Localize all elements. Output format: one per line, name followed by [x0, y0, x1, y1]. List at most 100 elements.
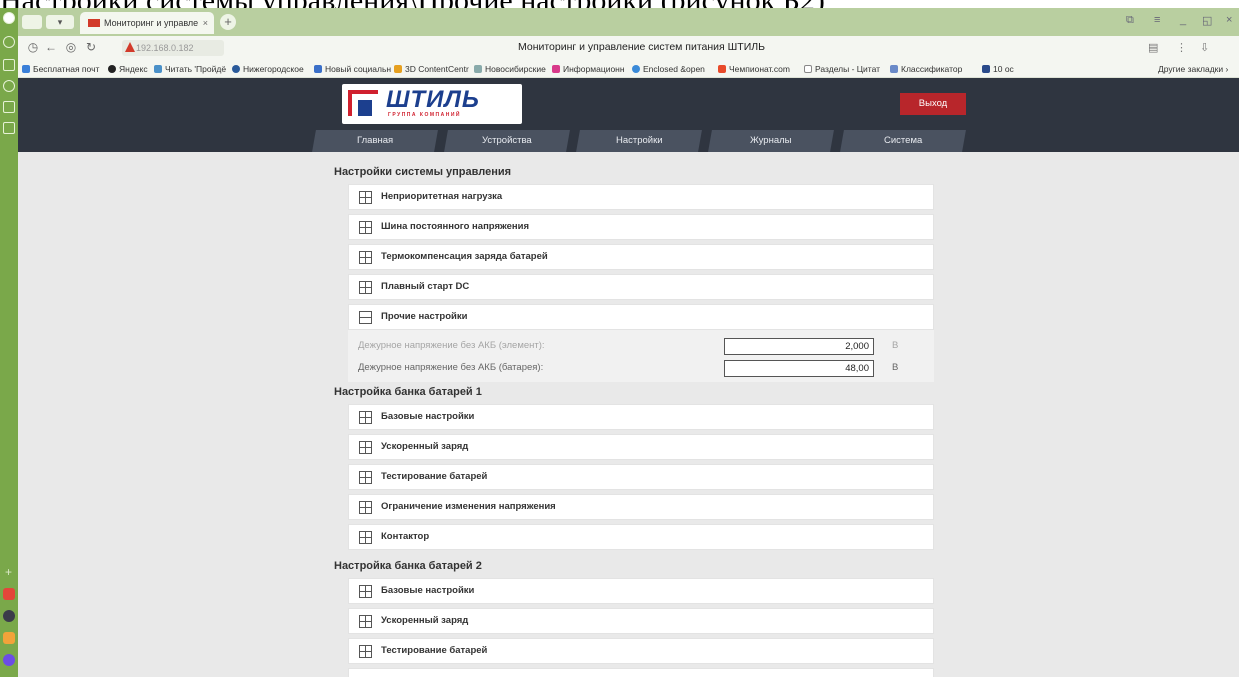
param-label: Дежурное напряжение без АКБ (элемент): [358, 340, 545, 351]
reload-icon[interactable]: ↻ [84, 40, 98, 54]
insecure-warning-icon [125, 42, 135, 52]
bookmark-item[interactable]: 10 ос [982, 62, 1014, 76]
menu-item-home[interactable]: Главная [312, 130, 438, 152]
bookmark-item[interactable]: Бесплатная почт [22, 62, 99, 76]
restore-icon[interactable]: ◱ [1202, 14, 1212, 27]
param-label: Дежурное напряжение без АКБ (батарея): [358, 362, 544, 373]
page-title: Мониторинг и управление систем питания Ш… [518, 41, 766, 53]
new-tab-button[interactable]: + [220, 14, 236, 30]
bookmark-item[interactable]: Разделы - Цитат [804, 62, 880, 76]
add-panel-icon[interactable]: + [5, 566, 12, 578]
accordion-item[interactable]: Базовые настройки [348, 578, 934, 604]
accordion-item[interactable]: Тестирование батарей [348, 464, 934, 490]
section-title-battery-bank-1: Настройка банка батарей 1 [334, 386, 482, 398]
expand-icon [359, 441, 372, 454]
tab-title: Мониторинг и управле [104, 18, 199, 28]
logo-mark-icon [348, 90, 378, 116]
more-icon[interactable]: ⋮ [1176, 41, 1187, 54]
main-menu: Главная Устройства Настройки Журналы Сис… [312, 130, 974, 152]
bookmark-item[interactable]: Чемпионат.com [718, 62, 790, 76]
document-caption: Настройки системы управления\Прочие наст… [0, 0, 1239, 8]
bookmark-item[interactable]: Классификатор [890, 62, 962, 76]
company-logo[interactable]: ШТИЛЬ ГРУППА КОМПАНИЙ [342, 84, 522, 124]
accordion-item-expanded[interactable]: Прочие настройки [348, 304, 934, 330]
clock-icon[interactable]: ◷ [26, 40, 40, 54]
accordion-item[interactable]: Тестирование батарей [348, 638, 934, 664]
logo-text: ШТИЛЬ [386, 86, 480, 113]
clock-icon[interactable] [3, 36, 15, 48]
section-title-battery-bank-2: Настройка банка батарей 2 [334, 560, 482, 572]
alice-icon[interactable] [3, 654, 15, 666]
tab-icon[interactable]: ⧉ [1126, 14, 1134, 27]
collapse-icon [359, 311, 372, 324]
calendar-icon[interactable] [3, 101, 15, 113]
accordion-item[interactable]: Ускоренный заряд [348, 434, 934, 460]
bookmark-item[interactable]: Enclosed &open [632, 62, 705, 76]
menu-icon[interactable]: ≡ [1154, 14, 1160, 26]
expand-icon [359, 221, 372, 234]
site-favicon-icon [88, 19, 100, 27]
shield-icon[interactable]: ◎ [64, 40, 78, 54]
accordion-item[interactable]: Шина постоянного напряжения [348, 214, 934, 240]
section-title-control-system: Настройки системы управления [334, 166, 512, 178]
bookmark-item[interactable]: 3D ContentCentr [394, 62, 469, 76]
other-settings-panel: Дежурное напряжение без АКБ (элемент): В… [348, 330, 934, 382]
expand-icon [359, 191, 372, 204]
bookmark-item[interactable]: Новосибирские [474, 62, 546, 76]
float-voltage-cell-input[interactable] [724, 338, 874, 355]
bookmark-icon[interactable] [3, 59, 15, 71]
expand-icon [359, 645, 372, 658]
browser-tab[interactable]: Мониторинг и управле × [80, 12, 214, 34]
bookmarks-bar: Бесплатная почт Яндекс Читать 'Пройдё Ни… [18, 60, 1239, 78]
back-icon[interactable]: ← [44, 40, 58, 54]
bookmark-item[interactable]: Новый социальн [314, 62, 391, 76]
menu-item-settings[interactable]: Настройки [576, 130, 702, 152]
close-window-icon[interactable]: × [1226, 14, 1232, 26]
url-field[interactable]: 192.168.0.182 [122, 40, 224, 56]
mail-icon[interactable] [3, 632, 15, 644]
close-tab-icon[interactable]: × [203, 12, 208, 34]
bookmark-item[interactable]: Нижегородское [232, 62, 304, 76]
accordion-item[interactable]: Неприоритетная нагрузка [348, 184, 934, 210]
float-voltage-battery-input[interactable] [724, 360, 874, 377]
menu-item-system[interactable]: Система [840, 130, 966, 152]
yandex-logo-icon[interactable] [3, 12, 15, 24]
menu-item-devices[interactable]: Устройства [444, 130, 570, 152]
chat-icon[interactable] [3, 122, 15, 134]
downloads-icon[interactable]: ⇩ [1200, 41, 1209, 54]
expand-icon [359, 585, 372, 598]
accordion-item[interactable]: Ограничение изменения напряжения [348, 494, 934, 520]
tabs-menu-button[interactable] [22, 15, 42, 29]
address-bar: ◷ ← ◎ ↻ 192.168.0.182 Мониторинг и управ… [18, 36, 1239, 60]
play-icon[interactable] [3, 80, 15, 92]
unit-label: В [892, 340, 899, 351]
unit-label: В [892, 362, 899, 373]
tabs-dropdown-button[interactable]: ▾ [46, 15, 74, 29]
expand-icon [359, 471, 372, 484]
accordion-item[interactable]: Контактор [348, 524, 934, 550]
settings-content: Настройки системы управления Неприоритет… [18, 152, 1239, 677]
logout-button[interactable]: Выход [900, 93, 966, 115]
bookmark-item[interactable]: Яндекс [108, 62, 148, 76]
browser-side-panel: + [0, 8, 18, 677]
reader-icon[interactable]: ▤ [1148, 41, 1158, 54]
expand-icon [359, 411, 372, 424]
accordion-item[interactable]: Ускоренный заряд [348, 608, 934, 634]
accordion-item[interactable]: Термокомпенсация заряда батарей [348, 244, 934, 270]
expand-icon [359, 281, 372, 294]
url-text: 192.168.0.182 [136, 43, 194, 53]
expand-icon [359, 531, 372, 544]
accordion-item[interactable]: Базовые настройки [348, 404, 934, 430]
menu-item-logs[interactable]: Журналы [708, 130, 834, 152]
minimize-icon[interactable]: _ [1180, 14, 1186, 26]
bookmark-item[interactable]: Читать 'Пройдё [154, 62, 226, 76]
bookmark-item[interactable]: Информационн [552, 62, 625, 76]
logo-subtitle: ГРУППА КОМПАНИЙ [388, 112, 462, 118]
expand-icon [359, 615, 372, 628]
other-bookmarks[interactable]: Другие закладки › [1158, 62, 1228, 76]
accordion-item[interactable] [348, 668, 934, 677]
tab-bar: ▾ Мониторинг и управле × + ⧉ ≡ _ ◱ × [18, 8, 1239, 36]
app-red-icon[interactable] [3, 588, 15, 600]
accordion-item[interactable]: Плавный старт DC [348, 274, 934, 300]
app-dark-icon[interactable] [3, 610, 15, 622]
